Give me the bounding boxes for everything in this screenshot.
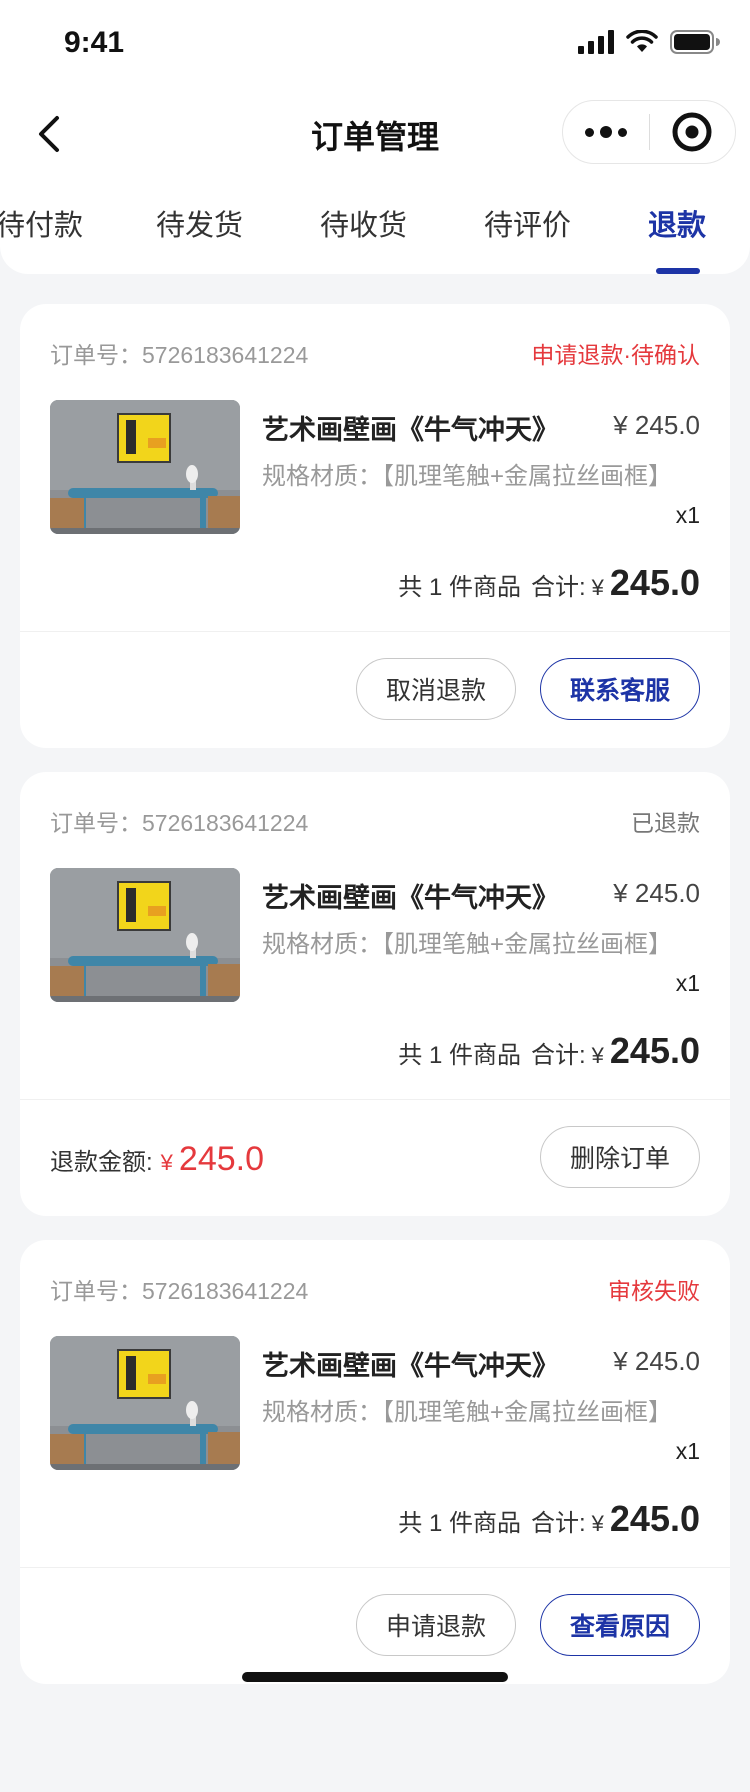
product-image[interactable]: [50, 868, 240, 1002]
order-tabs: 待付款 待发货 待收货 待评价 退款: [0, 180, 750, 274]
product-name[interactable]: 艺术画壁画《牛气冲天》: [262, 876, 582, 915]
product-image[interactable]: [50, 400, 240, 534]
order-total: 245.0: [609, 1498, 700, 1539]
status-time: 9:41: [64, 26, 125, 59]
battery-icon: [670, 30, 720, 54]
total-label: 合计:: [530, 1510, 586, 1537]
order-summary: 共 1 件商品 合计: ¥ 245.0: [398, 1030, 700, 1072]
cancel-refund-button[interactable]: 取消退款: [356, 658, 516, 720]
order-summary: 共 1 件商品 合计: ¥ 245.0: [398, 1498, 700, 1540]
more-dot-icon: [617, 127, 627, 137]
close-mini-program-button[interactable]: [650, 100, 736, 164]
order-card[interactable]: 订单号：5726183641224 申请退款·待确认 艺术画壁画《牛气冲天》 ¥…: [20, 304, 730, 748]
more-dot-icon: [584, 127, 594, 137]
item-count: 共 1 件商品: [398, 1510, 521, 1537]
total-currency: ¥: [591, 1043, 604, 1068]
product-spec: 规格材质：【肌理笔触+金属拉丝画框】: [262, 931, 673, 958]
more-dot-icon: [599, 126, 612, 138]
card-divider: [20, 1567, 730, 1568]
order-card[interactable]: 订单号：5726183641224 已退款 艺术画壁画《牛气冲天》 ¥ 245.…: [20, 772, 730, 1216]
more-button[interactable]: [563, 100, 649, 164]
view-reason-button[interactable]: 查看原因: [540, 1594, 700, 1656]
refund-amount-label: 退款金额:: [50, 1149, 153, 1176]
product-spec: 规格材质：【肌理笔触+金属拉丝画框】: [262, 463, 673, 490]
product-spec: 规格材质：【肌理笔触+金属拉丝画框】: [262, 1399, 673, 1426]
product-quantity: x1: [675, 502, 700, 528]
order-card[interactable]: 订单号：5726183641224 审核失败 艺术画壁画《牛气冲天》 ¥ 245…: [20, 1240, 730, 1684]
product-price: ¥ 245.0: [613, 878, 700, 908]
product-quantity: x1: [675, 1438, 700, 1464]
refund-currency: ¥: [160, 1150, 173, 1175]
mini-program-capsule: [562, 100, 736, 164]
tab-pending-shipment[interactable]: 待发货: [156, 202, 243, 244]
total-currency: ¥: [591, 575, 604, 600]
tab-active-indicator: [656, 268, 700, 274]
status-bar: 9:41: [0, 0, 750, 88]
refund-amount-row: 退款金额: ¥ 245.0: [50, 1140, 264, 1179]
nav-bar: 订单管理: [0, 88, 750, 180]
product-name[interactable]: 艺术画壁画《牛气冲天》: [262, 408, 582, 447]
order-status: 审核失败: [608, 1278, 700, 1304]
total-label: 合计:: [530, 1042, 586, 1069]
product-name[interactable]: 艺术画壁画《牛气冲天》: [262, 1344, 582, 1383]
product-image[interactable]: [50, 1336, 240, 1470]
home-indicator: [242, 1672, 508, 1682]
status-icons: [578, 30, 720, 54]
order-status: 申请退款·待确认: [531, 342, 700, 368]
total-label: 合计:: [530, 574, 586, 601]
order-number: 订单号：5726183641224: [50, 810, 309, 836]
wifi-icon: [626, 30, 658, 52]
order-summary: 共 1 件商品 合计: ¥ 245.0: [398, 562, 700, 604]
apply-refund-button[interactable]: 申请退款: [356, 1594, 516, 1656]
total-currency: ¥: [591, 1511, 604, 1536]
tab-pending-receipt[interactable]: 待收货: [320, 202, 407, 244]
tab-refund[interactable]: 退款: [648, 202, 706, 244]
order-number: 订单号：5726183641224: [50, 1278, 309, 1304]
item-count: 共 1 件商品: [398, 574, 521, 601]
product-price: ¥ 245.0: [613, 1346, 700, 1376]
order-number: 订单号：5726183641224: [50, 342, 309, 368]
tab-pending-payment[interactable]: 待付款: [0, 202, 83, 244]
card-divider: [20, 1099, 730, 1100]
signal-icon: [578, 30, 614, 54]
tab-pending-review[interactable]: 待评价: [484, 202, 571, 244]
target-close-icon: [672, 112, 712, 152]
order-total: 245.0: [609, 1030, 700, 1071]
item-count: 共 1 件商品: [398, 1042, 521, 1069]
order-total: 245.0: [609, 562, 700, 603]
product-quantity: x1: [675, 970, 700, 996]
contact-service-button[interactable]: 联系客服: [540, 658, 700, 720]
refund-amount: 245.0: [178, 1140, 265, 1178]
delete-order-button[interactable]: 删除订单: [540, 1126, 700, 1188]
order-status: 已退款: [631, 810, 700, 836]
product-price: ¥ 245.0: [613, 410, 700, 440]
card-divider: [20, 631, 730, 632]
